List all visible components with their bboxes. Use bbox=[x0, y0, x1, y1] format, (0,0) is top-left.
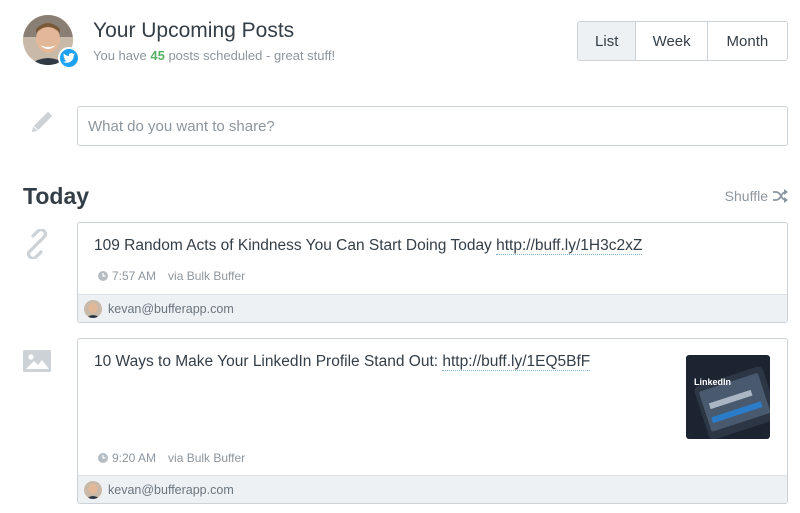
twitter-icon bbox=[58, 47, 80, 69]
post-meta: 7:57 AM via Bulk Buffer bbox=[98, 269, 245, 283]
account-email: kevan@bufferapp.com bbox=[108, 482, 234, 497]
account-avatar bbox=[84, 299, 102, 318]
clock-icon bbox=[98, 271, 108, 281]
post-text: 10 Ways to Make Your LinkedIn Profile St… bbox=[94, 353, 591, 371]
share-composer-input[interactable] bbox=[77, 106, 788, 146]
post-text: 109 Random Acts of Kindness You Can Star… bbox=[94, 237, 643, 255]
thumbnail-logo-text: LinkedIn bbox=[694, 377, 731, 387]
view-toggle: List Week Month bbox=[577, 21, 788, 61]
account-email: kevan@bufferapp.com bbox=[108, 301, 234, 316]
summary-prefix: You have bbox=[93, 48, 151, 63]
list-view-button[interactable]: List bbox=[578, 22, 636, 60]
post-time: 9:20 AM bbox=[112, 451, 157, 465]
post-message: 10 Ways to Make Your LinkedIn Profile St… bbox=[94, 353, 443, 370]
shuffle-icon bbox=[773, 189, 788, 203]
clock-icon bbox=[98, 453, 108, 463]
post-message: 109 Random Acts of Kindness You Can Star… bbox=[94, 237, 497, 254]
account-avatar bbox=[84, 480, 102, 499]
scheduled-summary: You have 45 posts scheduled - great stuf… bbox=[93, 48, 335, 63]
shuffle-label: Shuffle bbox=[724, 188, 768, 204]
day-heading: Today bbox=[23, 183, 90, 209]
post-meta: 9:20 AM via Bulk Buffer bbox=[98, 451, 245, 465]
post-thumbnail[interactable]: LinkedIn bbox=[686, 355, 770, 439]
post-count: 45 bbox=[150, 48, 165, 63]
month-view-button[interactable]: Month bbox=[706, 22, 787, 60]
page-title: Your Upcoming Posts bbox=[93, 19, 295, 42]
week-view-button[interactable]: Week bbox=[635, 22, 707, 60]
summary-suffix: posts scheduled - great stuff! bbox=[164, 48, 336, 63]
post-card[interactable]: 109 Random Acts of Kindness You Can Star… bbox=[77, 222, 788, 323]
profile-avatar[interactable] bbox=[23, 15, 80, 69]
post-via: via Bulk Buffer bbox=[168, 451, 246, 465]
pencil-icon bbox=[31, 112, 52, 133]
post-link[interactable]: http://buff.ly/1H3c2xZ bbox=[496, 237, 643, 255]
post-footer: kevan@bufferapp.com bbox=[78, 294, 787, 322]
post-link[interactable]: http://buff.ly/1EQ5BfF bbox=[442, 353, 591, 371]
post-footer: kevan@bufferapp.com bbox=[78, 475, 787, 503]
link-icon bbox=[26, 229, 48, 259]
post-time: 7:57 AM bbox=[112, 269, 157, 283]
post-via: via Bulk Buffer bbox=[168, 269, 246, 283]
shuffle-button[interactable]: Shuffle bbox=[725, 188, 788, 204]
image-icon bbox=[23, 350, 51, 372]
post-card[interactable]: 10 Ways to Make Your LinkedIn Profile St… bbox=[77, 338, 788, 504]
